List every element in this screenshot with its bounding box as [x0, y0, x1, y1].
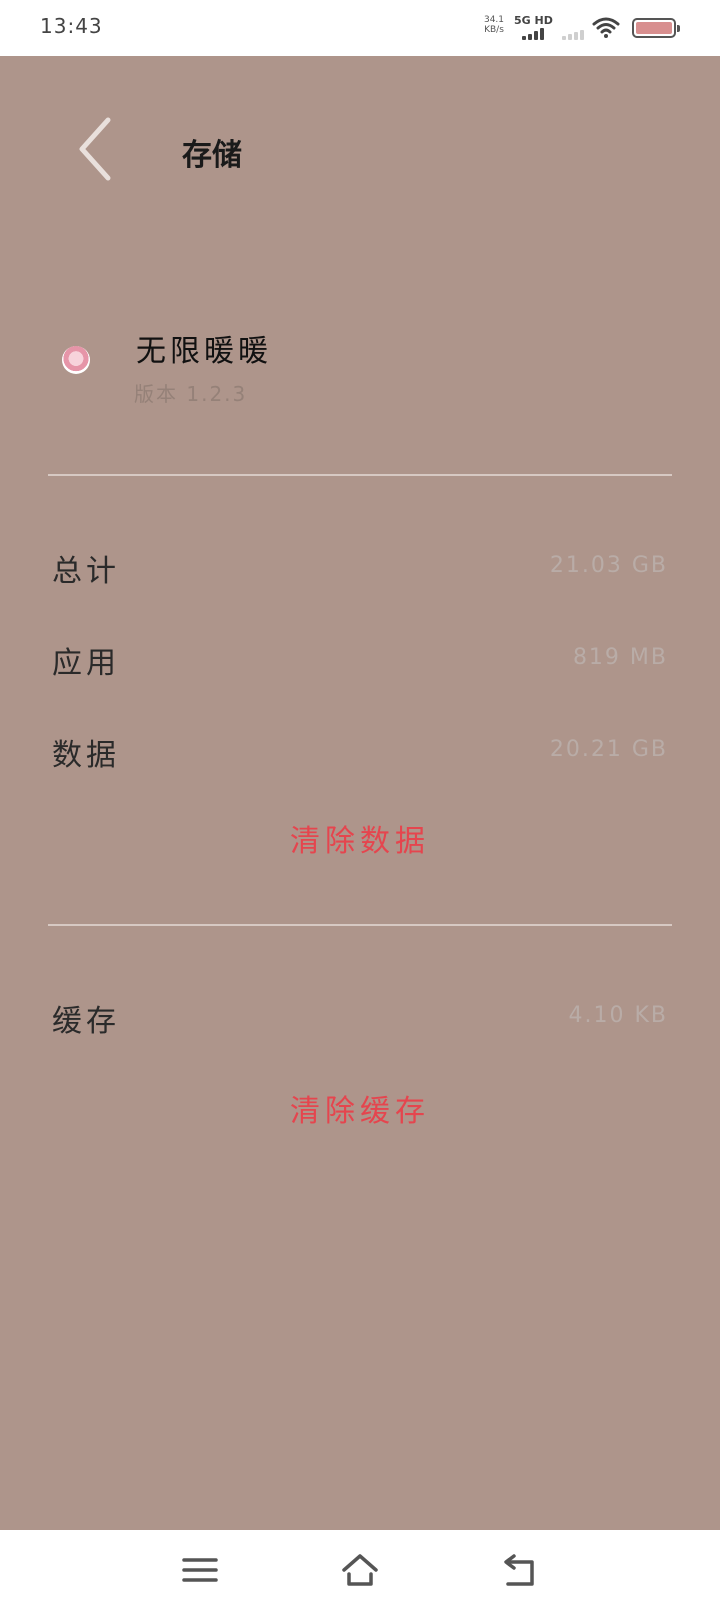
- menu-icon[interactable]: [180, 1550, 220, 1590]
- signal-strength-icon: [522, 28, 544, 40]
- app-size-label: 应用: [52, 646, 120, 681]
- network-type: 5G HD: [514, 14, 553, 27]
- storage-screen: 存储 无限暖暖 版本 1.2.3 总计 21.03 GB 应用 819 MB 数…: [0, 56, 720, 1530]
- status-bar: 13:43 34.1 KB/s 5G HD: [0, 0, 720, 56]
- divider-top: [48, 474, 672, 476]
- secondary-signal-icon: [562, 30, 584, 40]
- network-speed-value: 34.1: [483, 15, 505, 25]
- app-icon: [62, 346, 90, 374]
- network-speed: 34.1 KB/s: [480, 15, 508, 35]
- clear-cache-button[interactable]: 清除缓存: [0, 1086, 720, 1130]
- divider-middle: [48, 924, 672, 926]
- total-label: 总计: [52, 554, 120, 589]
- return-icon[interactable]: [500, 1550, 540, 1590]
- network-speed-unit: KB/s: [484, 25, 504, 35]
- total-value: 21.03 GB: [549, 553, 668, 578]
- app-name: 无限暖暖: [136, 334, 272, 369]
- data-size-label: 数据: [52, 738, 120, 773]
- page-title: 存储: [182, 138, 242, 173]
- navigation-bar: [0, 1530, 720, 1612]
- cache-value: 4.10 KB: [568, 1003, 668, 1028]
- battery-fill: [636, 22, 672, 34]
- data-size-value: 20.21 GB: [549, 737, 668, 762]
- status-time: 13:43: [40, 14, 103, 38]
- back-button[interactable]: [72, 116, 122, 186]
- battery-icon: [632, 18, 680, 38]
- app-size-value: 819 MB: [572, 645, 668, 670]
- battery-tip: [677, 25, 680, 32]
- cache-label: 缓存: [52, 1004, 120, 1039]
- home-icon[interactable]: [340, 1550, 380, 1590]
- wifi-icon: [592, 17, 620, 38]
- app-version: 版本 1.2.3: [134, 382, 248, 406]
- clear-data-button[interactable]: 清除数据: [0, 816, 720, 860]
